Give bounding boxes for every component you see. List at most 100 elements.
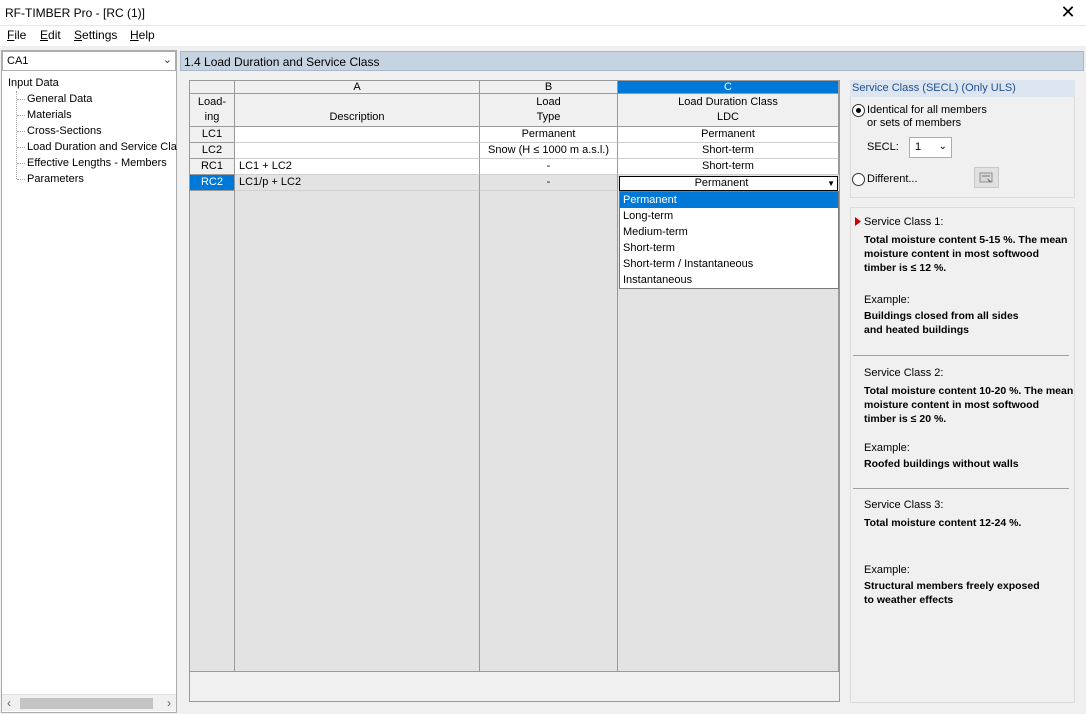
scroll-left-icon[interactable]: ‹ [7,696,11,710]
divider [853,488,1069,489]
row-header-rc1[interactable]: RC1 [190,159,235,175]
sc2-title: Service Class 2: [864,367,944,379]
dropdown-arrow-icon[interactable]: ▼ [827,177,835,190]
cell-ldc[interactable]: Short-term [618,143,839,159]
sc1-text-2: moisture content in most softwood [864,248,1039,260]
menu-edit[interactable]: Edit [40,28,61,42]
cell-load-type[interactable]: Snow (H ≤ 1000 m a.s.l.) [480,143,618,159]
grid-empty-area [235,191,480,671]
column-header-c-line2: LDC [716,111,739,123]
sc2-text-3: timber is ≤ 20 %. [864,413,947,425]
tree-item-load-duration[interactable]: Load Duration and Service Clas [27,141,177,153]
cell-description[interactable] [235,143,480,159]
tree-item-effective-lengths[interactable]: Effective Lengths - Members [27,157,167,169]
column-header-ldc: Load Duration Class LDC [618,94,839,127]
service-class-header: Service Class (SECL) (Only ULS) [850,80,1075,97]
sc3-example-1: Structural members freely exposed [864,580,1040,592]
cell-ldc[interactable]: Short-term [618,159,839,175]
row-header-lc2[interactable]: LC2 [190,143,235,159]
tree-item-parameters[interactable]: Parameters [27,173,84,185]
dropdown-option-short-term[interactable]: Short-term [620,240,838,256]
tree-connector [17,115,25,116]
menu-file[interactable]: File [7,28,26,42]
identical-label-2: or sets of members [867,117,962,129]
select-members-icon [979,172,993,183]
scrollbar-thumb[interactable] [20,698,153,709]
column-header-b-line1: Load [536,96,561,108]
tree-root-input-data[interactable]: Input Data [8,77,59,89]
row-header-lc1[interactable]: LC1 [190,127,235,143]
column-letter-a[interactable]: A [235,81,480,94]
window-title: RF-TIMBER Pro - [RC (1)] [5,6,145,20]
column-letter-c[interactable]: C [618,81,839,94]
sc2-example-1: Roofed buildings without walls [864,458,1019,470]
close-icon[interactable]: ✕ [1058,2,1078,22]
sc3-example-2: to weather effects [864,594,954,606]
menu-file-label: ile [14,28,27,42]
cell-description[interactable]: LC1/p + LC2 [235,175,480,191]
select-members-button[interactable] [974,167,999,188]
column-header-c-line1: Load Duration Class [678,96,778,108]
identical-radio[interactable] [852,104,865,117]
ldc-dropdown-list: Permanent Long-term Medium-term Short-te… [619,191,839,289]
menu-edit-label: dit [48,28,61,42]
dropdown-option-permanent[interactable]: Permanent [620,192,838,208]
cell-description[interactable]: LC1 + LC2 [235,159,480,175]
tree-connector [17,147,25,148]
tree-item-cross-sections[interactable]: Cross-Sections [27,125,102,137]
chevron-down-icon: ⌄ [162,54,172,66]
section-title: 1.4 Load Duration and Service Class [184,55,380,69]
grid-footer [190,671,839,701]
divider [853,355,1069,356]
column-header-b-line2: Type [536,111,561,123]
column-header-description: Description [235,94,480,127]
sc2-example-label: Example: [864,442,910,454]
menu-settings[interactable]: Settings [74,28,117,42]
sc1-text-1: Total moisture content 5-15 %. The mean [864,234,1068,246]
cell-load-type[interactable]: - [480,159,618,175]
menu-help-key: H [130,28,139,42]
dropdown-option-short-term-instantaneous[interactable]: Short-term / Instantaneous [620,256,838,272]
menu-help[interactable]: Help [130,28,155,42]
ldc-combobox-value: Permanent [694,177,749,189]
cell-ldc[interactable]: Permanent [618,127,839,143]
case-select-value: CA1 [7,55,29,67]
dropdown-option-medium-term[interactable]: Medium-term [620,224,838,240]
tree-item-general-data[interactable]: General Data [27,93,92,105]
corner-label-1: Load- [197,96,227,108]
menu-settings-key: S [74,28,83,42]
menu-help-label: elp [138,28,155,42]
identical-label-1: Identical for all members [867,104,987,116]
tree-item-materials[interactable]: Materials [27,109,72,121]
cell-description[interactable] [235,127,480,143]
horizontal-scrollbar[interactable]: ‹ › [2,694,176,711]
sc1-title: Service Class 1: [864,216,944,228]
grid-empty-area [190,191,235,671]
sc3-title: Service Class 3: [864,499,944,511]
case-select[interactable]: CA1 ⌄ [2,51,176,71]
sc3-text-1: Total moisture content 12-24 %. [864,517,1022,529]
row-header-rc2[interactable]: RC2 [190,175,235,191]
sc1-text-3: timber is ≤ 12 %. [864,262,947,274]
tree-connector [17,99,25,100]
dropdown-option-long-term[interactable]: Long-term [620,208,838,224]
tree-connector [17,163,25,164]
secl-select[interactable]: 1 ⌄ [909,137,952,158]
ldc-combobox[interactable]: Permanent ▼ [619,176,838,191]
cell-load-type[interactable]: - [480,175,618,191]
column-header-load-type: Load Type [480,94,618,127]
dropdown-option-instantaneous[interactable]: Instantaneous [620,272,838,288]
secl-select-value: 1 [915,141,922,153]
column-letter-b[interactable]: B [480,81,618,94]
menu-bar: File Edit Settings Help [0,26,1086,46]
sc3-example-label: Example: [864,564,910,576]
menu-edit-key: E [40,28,49,42]
grid-corner-header: Load- ing [190,94,235,127]
different-radio[interactable] [852,173,865,186]
grid-empty-area [480,191,618,671]
cell-load-type[interactable]: Permanent [480,127,618,143]
scroll-right-icon[interactable]: › [167,696,171,710]
menu-settings-label: ettings [82,28,118,42]
grid-corner-top [190,81,235,94]
chevron-down-icon: ⌄ [938,141,947,152]
